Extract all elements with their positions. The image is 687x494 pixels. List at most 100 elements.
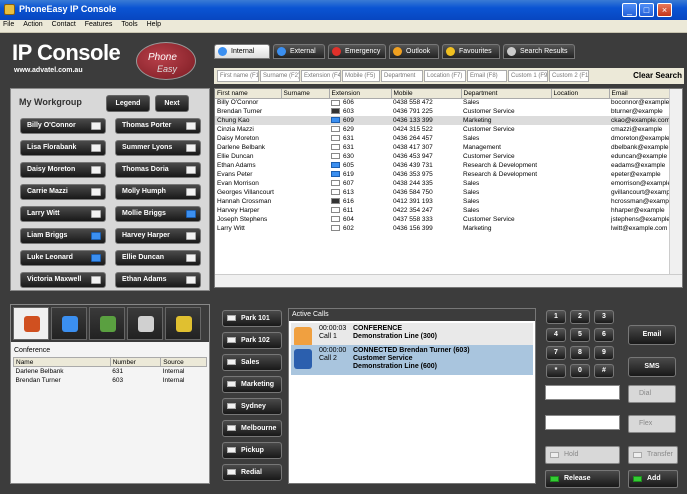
table-row[interactable]: Brendan Turner 603 0436 791 225 Customer Se… xyxy=(215,107,670,116)
table-row[interactable]: Evans Peter 619 0436 353 975 Research & Dev… xyxy=(215,170,670,179)
close-button[interactable]: × xyxy=(657,3,672,17)
menu-contact[interactable]: Contact xyxy=(49,20,80,28)
dialpad-key[interactable]: 4 xyxy=(546,328,566,342)
network-tab-icon[interactable] xyxy=(89,307,125,340)
agent-button[interactable]: Mollie Briggs xyxy=(115,206,201,222)
conference-column-header[interactable]: Number xyxy=(109,357,162,367)
table-row[interactable]: Larry Witt 602 0436 156 399 Marketing lwitt@… xyxy=(215,224,670,233)
park-button[interactable]: Marketing xyxy=(222,376,282,393)
agent-button[interactable]: Lisa Florabank xyxy=(20,140,106,156)
hold-button[interactable]: Hold xyxy=(545,446,620,464)
add-button[interactable]: Add xyxy=(628,470,678,488)
directory-hscroll[interactable] xyxy=(215,274,682,287)
table-row[interactable]: Darlene Belbank 631 0438 417 307 Management… xyxy=(215,143,670,152)
queue-tab-icon[interactable] xyxy=(51,307,87,340)
menu-file[interactable]: File xyxy=(0,20,18,28)
table-row[interactable]: Chung Kao 609 0436 133 399 Marketing ckao@ex… xyxy=(215,116,670,125)
active-call-2[interactable]: 00:00:00 Call 2 CONNECTED Brendan Turner… xyxy=(291,345,533,375)
table-row[interactable]: Ellie Duncan 630 0436 453 947 Customer Serv… xyxy=(215,152,670,161)
menu-action[interactable]: Action xyxy=(20,20,46,28)
filter-input[interactable]: Location (F7) xyxy=(424,70,466,82)
filter-input[interactable]: Mobile (F5) xyxy=(342,70,380,82)
column-header[interactable]: First name xyxy=(215,89,282,99)
dialpad-key[interactable]: 1 xyxy=(546,310,566,324)
next-button[interactable]: Next xyxy=(155,95,189,112)
filter-input[interactable]: First name (F1) xyxy=(217,70,259,82)
agent-button[interactable]: Thomas Doria xyxy=(115,162,201,178)
flex-input[interactable] xyxy=(545,415,620,430)
table-row[interactable]: Daisy Moreton 631 0436 264 457 Sales dmoreto… xyxy=(215,134,670,143)
dialpad-key[interactable]: 7 xyxy=(546,346,566,360)
tab-search-results[interactable]: Search Results xyxy=(503,44,575,59)
reports-tab-icon[interactable] xyxy=(165,307,201,340)
dialpad-key[interactable]: 3 xyxy=(594,310,614,324)
column-header[interactable]: Department xyxy=(461,89,552,99)
park-button[interactable]: Sydney xyxy=(222,398,282,415)
agent-button[interactable]: Daisy Moreton xyxy=(20,162,106,178)
park-button[interactable]: Park 101 xyxy=(222,310,282,327)
agent-button[interactable]: Billy O'Connor xyxy=(20,118,106,134)
column-header[interactable]: Mobile xyxy=(391,89,462,99)
release-button[interactable]: Release xyxy=(545,470,620,488)
dialpad-key[interactable]: 5 xyxy=(570,328,590,342)
filter-input[interactable]: Custom 2 (F10) xyxy=(549,70,589,82)
transfer-button[interactable]: Transfer xyxy=(628,446,678,464)
menu-help[interactable]: Help xyxy=(144,20,165,28)
conference-tab-icon[interactable] xyxy=(13,307,49,340)
legend-button[interactable]: Legend xyxy=(106,95,150,112)
dialpad-key[interactable]: 2 xyxy=(570,310,590,324)
clear-search-button[interactable]: Clear Search xyxy=(633,71,682,80)
tab-internal[interactable]: Internal xyxy=(214,44,270,59)
column-header[interactable]: Surname xyxy=(281,89,330,99)
park-button[interactable]: Melbourne xyxy=(222,420,282,437)
email-button[interactable]: Email xyxy=(628,325,676,345)
column-header[interactable]: Email xyxy=(609,89,671,99)
agent-button[interactable]: Carrie Mazzi xyxy=(20,184,106,200)
maximize-button[interactable]: □ xyxy=(639,3,654,17)
table-row[interactable]: Hannah Crossman 616 0412 391 193 Sales hcros… xyxy=(215,197,670,206)
dial-button[interactable]: Dial xyxy=(628,385,676,403)
dialpad-key[interactable]: 6 xyxy=(594,328,614,342)
filter-input[interactable]: Extension (F4) xyxy=(301,70,341,82)
conference-column-header[interactable]: Name xyxy=(13,357,111,367)
agent-button[interactable]: Thomas Porter xyxy=(115,118,201,134)
column-header[interactable]: Extension xyxy=(329,89,392,99)
table-row[interactable]: Ethan Adams 605 0436 439 731 Research & Dev… xyxy=(215,161,670,170)
filter-input[interactable]: Custom 1 (F9) xyxy=(508,70,548,82)
dialpad-key[interactable]: * xyxy=(546,364,566,378)
park-button[interactable]: Pickup xyxy=(222,442,282,459)
table-row[interactable]: Harvey Harper 611 0422 354 247 Sales hharper… xyxy=(215,206,670,215)
conference-row[interactable]: Darlene Belbank 631 Internal xyxy=(14,367,207,376)
filter-input[interactable]: Surname (F2) xyxy=(260,70,300,82)
minimize-button[interactable]: _ xyxy=(622,3,637,17)
messages-tab-icon[interactable] xyxy=(127,307,163,340)
park-button[interactable]: Park 102 xyxy=(222,332,282,349)
table-row[interactable]: Georges Villancourt 613 0436 584 750 Sales g… xyxy=(215,188,670,197)
table-row[interactable]: Joseph Stephens 604 0437 558 333 Customer S… xyxy=(215,215,670,224)
tab-external[interactable]: External xyxy=(273,44,325,59)
agent-button[interactable]: Luke Leonard xyxy=(20,250,106,266)
agent-button[interactable]: Larry Witt xyxy=(20,206,106,222)
conference-column-header[interactable]: Source xyxy=(160,357,207,367)
tab-favourites[interactable]: Favourites xyxy=(442,44,500,59)
agent-button[interactable]: Molly Humph xyxy=(115,184,201,200)
agent-button[interactable]: Ethan Adams xyxy=(115,272,201,288)
park-button[interactable]: Redial xyxy=(222,464,282,481)
column-header[interactable]: Location xyxy=(551,89,610,99)
agent-button[interactable]: Ellie Duncan xyxy=(115,250,201,266)
agent-button[interactable]: Summer Lyons xyxy=(115,140,201,156)
table-row[interactable]: Cinzia Mazzi 629 0424 315 522 Customer Serv… xyxy=(215,125,670,134)
filter-input[interactable]: Department xyxy=(381,70,423,82)
tab-outlook[interactable]: Outlook xyxy=(389,44,439,59)
dialpad-key[interactable]: 9 xyxy=(594,346,614,360)
dialpad-key[interactable]: # xyxy=(594,364,614,378)
dial-number-input[interactable] xyxy=(545,385,620,400)
table-row[interactable]: Billy O'Connor 606 0438 558 472 Sales boconn… xyxy=(215,98,670,107)
dialpad-key[interactable]: 8 xyxy=(570,346,590,360)
agent-button[interactable]: Liam Briggs xyxy=(20,228,106,244)
dialpad-key[interactable]: 0 xyxy=(570,364,590,378)
directory-vscroll[interactable] xyxy=(669,89,682,275)
agent-button[interactable]: Victoria Maxwell xyxy=(20,272,106,288)
agent-button[interactable]: Harvey Harper xyxy=(115,228,201,244)
table-row[interactable]: Evan Morrison 607 0438 244 335 Sales emorris… xyxy=(215,179,670,188)
